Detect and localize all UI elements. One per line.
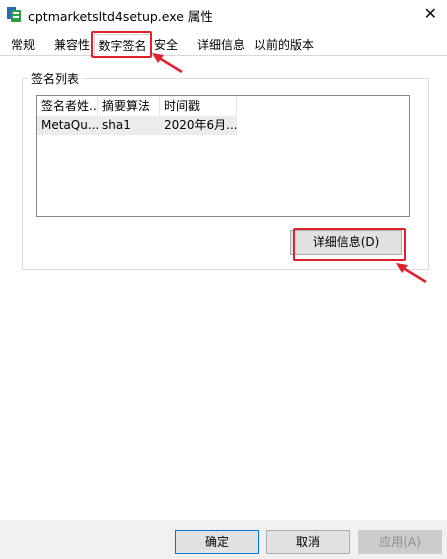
signature-list-label: 签名列表 [28,70,83,87]
window-title: cptmarketsltd4setup.exe 属性 [28,9,213,24]
signer-cell: MetaQu... [41,118,98,132]
column-header-digest[interactable]: 摘要算法 [98,96,160,116]
digest-cell: sha1 [102,118,131,132]
list-header: 签名者姓... 摘要算法 时间戳 [37,96,409,116]
tab-details[interactable]: 详细信息 [196,36,246,55]
tab-previous-versions[interactable]: 以前的版本 [253,36,315,55]
details-button[interactable]: 详细信息(D) [290,230,402,255]
red-arrow-icon [396,263,427,284]
column-header-signer[interactable]: 签名者姓... [37,96,98,116]
ok-button[interactable]: 确定 [175,530,259,554]
close-icon[interactable]: ✕ [424,4,437,24]
apply-button[interactable]: 应用(A) [358,530,442,554]
timestamp-cell: 2020年6月... [164,118,237,132]
tab-compatibility[interactable]: 兼容性 [52,36,92,55]
list-item[interactable]: MetaQu... sha1 2020年6月... [37,116,237,135]
tab-strip: 常规 兼容性 数字签名 安全 详细信息 以前的版本 [0,34,447,58]
app-installer-icon [6,5,22,23]
title-bar: cptmarketsltd4setup.exe 属性 ✕ [0,0,447,30]
column-header-timestamp[interactable]: 时间戳 [160,96,237,116]
tab-general[interactable]: 常规 [8,36,38,55]
cancel-button[interactable]: 取消 [266,530,350,554]
signature-list[interactable]: 签名者姓... 摘要算法 时间戳 MetaQu... sha1 2020年6月.… [36,95,410,217]
red-arrow-icon [152,53,183,74]
tab-digital-signatures[interactable]: 数字签名 [94,34,151,58]
